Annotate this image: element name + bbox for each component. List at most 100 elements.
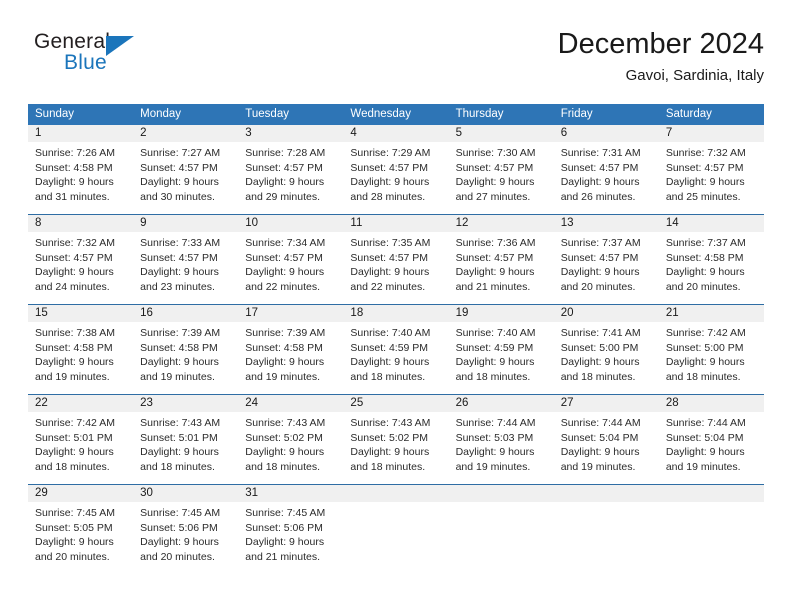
day-cell[interactable]: Sunrise: 7:40 AM Sunset: 4:59 PM Daylight:… (343, 322, 448, 394)
day-number[interactable]: 25 (343, 395, 448, 412)
day-cell[interactable]: Sunrise: 7:44 AM Sunset: 5:03 PM Daylight:… (449, 412, 554, 484)
day-cell[interactable]: Sunrise: 7:35 AM Sunset: 4:57 PM Daylight:… (343, 232, 448, 304)
day-number[interactable]: 18 (343, 305, 448, 322)
day-cell[interactable]: Sunrise: 7:38 AM Sunset: 4:58 PM Daylight:… (28, 322, 133, 394)
day-sunrise-text: Sunrise: 7:30 AM (455, 147, 536, 159)
day-number[interactable]: 28 (659, 395, 764, 412)
day-cell[interactable]: Sunrise: 7:45 AM Sunset: 5:05 PM Daylight:… (28, 502, 133, 574)
day-number[interactable]: 26 (449, 395, 554, 412)
day-cell[interactable]: Sunrise: 7:26 AM Sunset: 4:58 PM Daylight:… (28, 142, 133, 214)
day-cell[interactable]: Sunrise: 7:28 AM Sunset: 4:57 PM Daylight:… (238, 142, 343, 214)
day-number[interactable]: 13 (554, 215, 659, 232)
weekday-header-sunday: Sunday (35, 108, 75, 120)
day-sunrise-text: Sunrise: 7:40 AM (350, 327, 431, 339)
day-cell[interactable]: Sunrise: 7:45 AM Sunset: 5:06 PM Daylight:… (133, 502, 238, 574)
day-cell[interactable]: Sunrise: 7:30 AM Sunset: 4:57 PM Daylight:… (449, 142, 554, 214)
day-number[interactable]: 2 (133, 125, 238, 142)
day-number[interactable]: 27 (554, 395, 659, 412)
day-sunset-text: Sunset: 4:57 PM (455, 251, 534, 264)
day-number[interactable]: 1 (28, 125, 133, 142)
day-cell-empty (449, 502, 554, 574)
day-daylight-2-text: and 18 minutes. (140, 460, 215, 473)
day-daylight-1-text: Daylight: 9 hours (350, 266, 430, 278)
day-daylight-1-text: Daylight: 9 hours (455, 446, 535, 458)
day-cell[interactable]: Sunrise: 7:31 AM Sunset: 4:57 PM Daylight:… (554, 142, 659, 214)
day-sunrise-text: Sunrise: 7:32 AM (665, 147, 746, 159)
day-number[interactable]: 6 (554, 125, 659, 142)
day-daylight-2-text: and 21 minutes. (455, 280, 531, 293)
day-number[interactable]: 30 (133, 485, 238, 502)
day-number[interactable]: 5 (449, 125, 554, 142)
day-cell[interactable]: Sunrise: 7:36 AM Sunset: 4:57 PM Daylight:… (449, 232, 554, 304)
day-cell[interactable]: Sunrise: 7:41 AM Sunset: 5:00 PM Daylight:… (554, 322, 659, 394)
day-number[interactable]: 16 (133, 305, 238, 322)
day-daylight-1-text: Daylight: 9 hours (665, 356, 745, 368)
day-number[interactable]: 21 (659, 305, 764, 322)
brand-logo[interactable]: General Blue (28, 30, 228, 86)
day-daylight-1-text: Daylight: 9 hours (665, 266, 745, 278)
day-number[interactable]: 9 (133, 215, 238, 232)
day-daylight-1-text: Daylight: 9 hours (245, 356, 325, 368)
day-cell[interactable]: Sunrise: 7:33 AM Sunset: 4:57 PM Daylight:… (133, 232, 238, 304)
day-daylight-2-text: and 18 minutes. (245, 460, 320, 473)
day-number[interactable]: 23 (133, 395, 238, 412)
day-cell[interactable]: Sunrise: 7:37 AM Sunset: 4:57 PM Daylight:… (554, 232, 659, 304)
week-detail-band: Sunrise: 7:38 AM Sunset: 4:58 PM Daylight:… (28, 322, 764, 394)
day-cell[interactable]: Sunrise: 7:39 AM Sunset: 4:58 PM Daylight:… (238, 322, 343, 394)
day-sunrise-text: Sunrise: 7:32 AM (35, 237, 115, 249)
day-number[interactable]: 12 (449, 215, 554, 232)
page-header: General Blue December 2024 Gavoi, Sardin… (28, 26, 764, 96)
day-sunrise-text: Sunrise: 7:40 AM (455, 327, 536, 339)
day-daylight-1-text: Daylight: 9 hours (245, 446, 325, 458)
day-daylight-1-text: Daylight: 9 hours (665, 176, 745, 188)
day-daylight-2-text: and 19 minutes. (140, 370, 215, 383)
day-number[interactable]: 15 (28, 305, 133, 322)
day-number[interactable]: 20 (554, 305, 659, 322)
day-number[interactable]: 29 (28, 485, 133, 502)
day-cell[interactable]: Sunrise: 7:37 AM Sunset: 4:58 PM Daylight:… (659, 232, 764, 304)
day-sunrise-text: Sunrise: 7:26 AM (35, 147, 115, 159)
day-number[interactable]: 14 (659, 215, 764, 232)
day-cell[interactable]: Sunrise: 7:40 AM Sunset: 4:59 PM Daylight:… (449, 322, 554, 394)
day-number[interactable]: 10 (238, 215, 343, 232)
day-cell[interactable]: Sunrise: 7:42 AM Sunset: 5:00 PM Daylight:… (659, 322, 764, 394)
day-sunset-text: Sunset: 4:57 PM (665, 161, 744, 174)
day-number[interactable]: 4 (343, 125, 448, 142)
day-number[interactable]: 17 (238, 305, 343, 322)
day-sunset-text: Sunset: 5:02 PM (350, 431, 429, 444)
day-number[interactable]: 3 (238, 125, 343, 142)
day-daylight-2-text: and 20 minutes. (35, 550, 110, 563)
day-cell[interactable]: Sunrise: 7:32 AM Sunset: 4:57 PM Daylight:… (659, 142, 764, 214)
day-cell[interactable]: Sunrise: 7:39 AM Sunset: 4:58 PM Daylight:… (133, 322, 238, 394)
day-daylight-2-text: and 28 minutes. (350, 190, 426, 203)
day-number[interactable]: 22 (28, 395, 133, 412)
day-daylight-1-text: Daylight: 9 hours (350, 176, 430, 188)
day-cell[interactable]: Sunrise: 7:34 AM Sunset: 4:57 PM Daylight:… (238, 232, 343, 304)
day-daylight-2-text: and 22 minutes. (245, 280, 320, 293)
day-number-empty (449, 485, 554, 502)
day-sunset-text: Sunset: 5:00 PM (665, 341, 744, 354)
day-cell[interactable]: Sunrise: 7:43 AM Sunset: 5:02 PM Daylight:… (238, 412, 343, 484)
day-cell[interactable]: Sunrise: 7:44 AM Sunset: 5:04 PM Daylight:… (659, 412, 764, 484)
day-daylight-2-text: and 18 minutes. (35, 460, 110, 473)
day-number[interactable]: 19 (449, 305, 554, 322)
day-number[interactable]: 24 (238, 395, 343, 412)
day-cell[interactable]: Sunrise: 7:27 AM Sunset: 4:57 PM Daylight:… (133, 142, 238, 214)
day-sunset-text: Sunset: 5:01 PM (140, 431, 218, 444)
day-number[interactable]: 7 (659, 125, 764, 142)
day-cell[interactable]: Sunrise: 7:45 AM Sunset: 5:06 PM Daylight:… (238, 502, 343, 574)
day-cell[interactable]: Sunrise: 7:32 AM Sunset: 4:57 PM Daylight:… (28, 232, 133, 304)
day-number[interactable]: 11 (343, 215, 448, 232)
day-number[interactable]: 31 (238, 485, 343, 502)
day-sunrise-text: Sunrise: 7:39 AM (140, 327, 221, 339)
week-day-number-band: 22 23 24 25 26 27 28 (28, 395, 764, 412)
day-cell[interactable]: Sunrise: 7:43 AM Sunset: 5:02 PM Daylight:… (343, 412, 448, 484)
day-cell[interactable]: Sunrise: 7:29 AM Sunset: 4:57 PM Daylight:… (343, 142, 448, 214)
day-daylight-1-text: Daylight: 9 hours (140, 356, 219, 368)
day-sunset-text: Sunset: 5:00 PM (560, 341, 639, 354)
day-sunset-text: Sunset: 5:01 PM (35, 431, 113, 444)
day-cell[interactable]: Sunrise: 7:42 AM Sunset: 5:01 PM Daylight:… (28, 412, 133, 484)
day-cell[interactable]: Sunrise: 7:43 AM Sunset: 5:01 PM Daylight:… (133, 412, 238, 484)
day-cell[interactable]: Sunrise: 7:44 AM Sunset: 5:04 PM Daylight:… (554, 412, 659, 484)
day-number[interactable]: 8 (28, 215, 133, 232)
